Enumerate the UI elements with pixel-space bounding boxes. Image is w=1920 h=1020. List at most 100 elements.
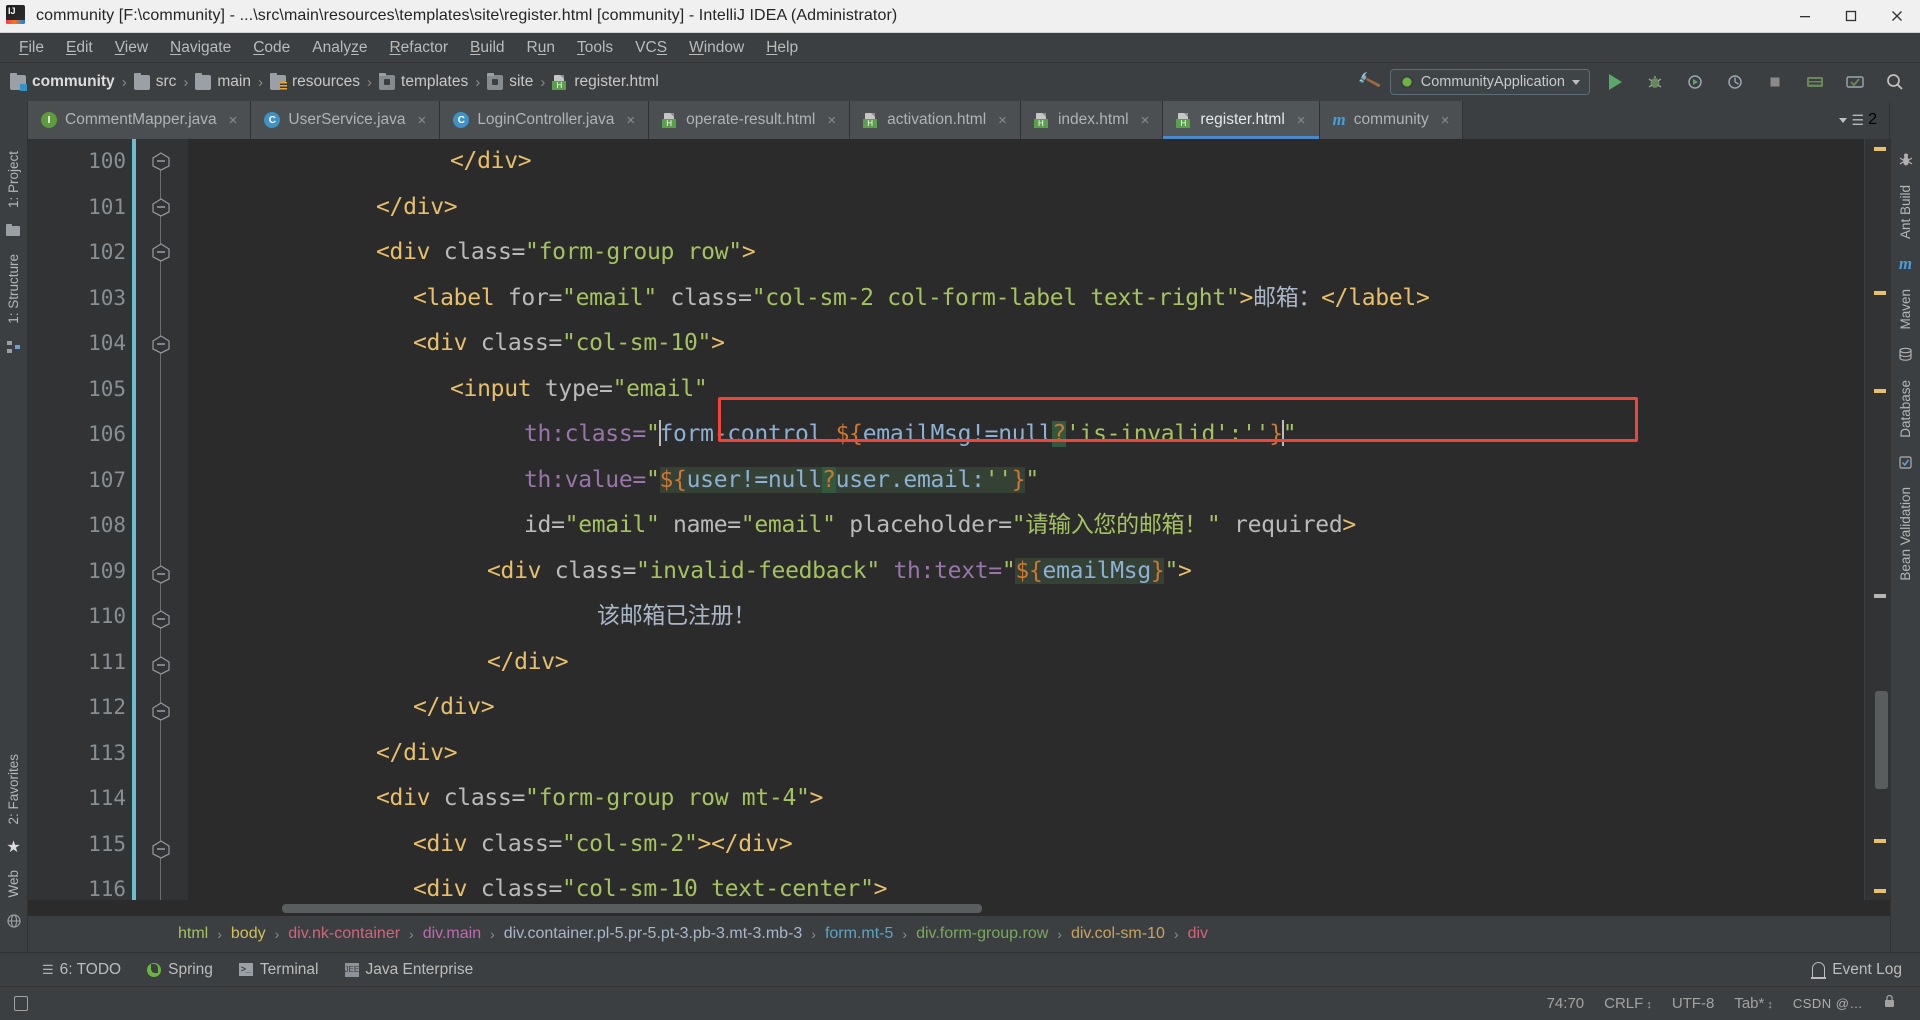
close-icon[interactable]: × [827, 113, 836, 128]
fold-toggle[interactable] [151, 839, 171, 859]
breadcrumb-item-resources[interactable]: resources [269, 72, 360, 91]
fold-toggle[interactable] [151, 197, 171, 217]
menu-vcs[interactable]: VCS [624, 36, 678, 60]
close-icon[interactable]: × [418, 113, 427, 128]
update-project-button[interactable] [1800, 67, 1830, 97]
fold-toggle[interactable] [151, 655, 171, 675]
tool-window-terminal[interactable]: >_ Terminal [238, 961, 319, 979]
code-token: </div> [450, 148, 532, 174]
menu-help[interactable]: Help [755, 36, 809, 60]
run-configuration-selector[interactable]: CommunityApplication [1389, 69, 1590, 95]
menu-run[interactable]: Run [516, 36, 566, 60]
menu-view[interactable]: View [104, 36, 159, 60]
breadcrumb-segment-body[interactable]: body [231, 925, 266, 943]
close-icon[interactable]: × [626, 113, 635, 128]
breadcrumb-segment-col-sm-10[interactable]: div.col-sm-10 [1071, 925, 1165, 943]
fold-toggle[interactable] [151, 151, 171, 171]
editor-tab-logincontroller-java[interactable]: C LoginController.java × [440, 101, 650, 139]
hammer-icon[interactable]: 🔨 [1356, 69, 1383, 95]
breadcrumb-segment-div[interactable]: div [1188, 925, 1208, 943]
breadcrumb-segment-html[interactable]: html [178, 925, 208, 943]
tool-window-spring[interactable]: Spring [147, 961, 213, 979]
debug-button[interactable] [1640, 67, 1670, 97]
run-with-coverage-button[interactable] [1680, 67, 1710, 97]
editor-marker-gutter[interactable] [1864, 139, 1890, 900]
menu-file[interactable]: File [8, 36, 55, 60]
editor-tab-operate-result-html[interactable]: H operate-result.html × [649, 101, 851, 139]
sidebar-item-web[interactable]: Web [6, 862, 21, 906]
event-log-button[interactable]: Event Log [1811, 961, 1920, 979]
close-icon[interactable]: × [1297, 113, 1306, 128]
warning-marker[interactable] [1874, 147, 1886, 151]
indent-setting[interactable]: Tab* ↕ [1724, 995, 1783, 1012]
commit-button[interactable] [1840, 67, 1870, 97]
menu-refactor[interactable]: Refactor [378, 36, 459, 60]
stop-button[interactable] [1760, 67, 1790, 97]
editor-tab-community[interactable]: m community × [1319, 101, 1464, 139]
fold-toggle[interactable] [151, 609, 171, 629]
close-icon[interactable]: × [229, 113, 238, 128]
minimize-button[interactable] [1782, 0, 1828, 33]
sidebar-item-project[interactable]: 1: Project [6, 143, 21, 216]
warning-marker[interactable] [1874, 389, 1886, 393]
fold-toggle[interactable] [151, 334, 171, 354]
sidebar-item-maven[interactable]: Maven [1898, 281, 1913, 338]
breadcrumb-segment-form-group-row[interactable]: div.form-group.row [916, 925, 1048, 943]
editor-tab-activation-html[interactable]: H activation.html × [850, 101, 1021, 139]
breadcrumb-item-register-html[interactable]: H register.html [552, 73, 659, 91]
line-number: 106 [88, 422, 126, 446]
sidebar-item-favorites[interactable]: 2: Favorites [6, 746, 21, 833]
breadcrumb-segment-container[interactable]: div.container.pl-5.pr-5.pt-3.pb-3.mt-3.m… [504, 925, 803, 943]
vertical-scrollbar-thumb[interactable] [1875, 691, 1888, 789]
sidebar-item-bean-validation[interactable]: Bean Validation [1898, 479, 1913, 589]
menu-window[interactable]: Window [678, 36, 755, 60]
editor-tab-userservice-java[interactable]: C UserService.java × [251, 101, 441, 139]
editor-tab-register-html[interactable]: H register.html × [1163, 101, 1320, 139]
sidebar-item-ant-build[interactable]: Ant Build [1898, 177, 1913, 247]
breadcrumb-item-site[interactable]: site [487, 72, 533, 91]
close-icon[interactable]: × [998, 113, 1007, 128]
code-text-area[interactable]: </div> </div> <div class="form-group row… [188, 139, 1864, 900]
run-button[interactable] [1600, 67, 1630, 97]
menu-code[interactable]: Code [242, 36, 301, 60]
file-encoding[interactable]: UTF-8 [1662, 995, 1725, 1012]
fold-toggle[interactable] [151, 701, 171, 721]
menu-navigate[interactable]: Navigate [159, 36, 242, 60]
close-button[interactable] [1874, 0, 1920, 33]
menu-tools[interactable]: Tools [566, 36, 624, 60]
editor-tab-commentmapper-java[interactable]: I CommentMapper.java × [28, 101, 252, 139]
menu-edit[interactable]: Edit [55, 36, 104, 60]
breadcrumb-item-src[interactable]: src [133, 72, 176, 91]
menu-build[interactable]: Build [459, 36, 515, 60]
breadcrumb-item-templates[interactable]: templates [379, 72, 468, 91]
horizontal-scrollbar-thumb[interactable] [282, 904, 982, 913]
breadcrumb-segment-form[interactable]: form.mt-5 [825, 925, 893, 943]
breadcrumb-segment-nk-container[interactable]: div.nk-container [288, 925, 400, 943]
warning-marker[interactable] [1874, 291, 1886, 295]
warning-marker[interactable] [1874, 889, 1886, 893]
profile-button[interactable] [1720, 67, 1750, 97]
breadcrumb-item-main[interactable]: main [195, 72, 251, 91]
sidebar-item-database[interactable]: Database [1898, 372, 1913, 446]
fold-toggle[interactable] [151, 242, 171, 262]
hidden-tabs-button[interactable]: ☰ 2 [1463, 101, 1890, 139]
tool-window-todo[interactable]: ☰ 6: TODO [42, 961, 121, 979]
sidebar-item-structure[interactable]: 1: Structure [6, 246, 21, 332]
tool-window-java-enterprise[interactable]: JEE Java Enterprise [344, 961, 473, 979]
close-icon[interactable]: × [1141, 113, 1150, 128]
lock-icon[interactable] [1873, 994, 1906, 1013]
warning-marker[interactable] [1874, 839, 1886, 843]
horizontal-scrollbar[interactable] [28, 900, 1890, 916]
line-separator[interactable]: CRLF ↕ [1594, 995, 1662, 1012]
caret-position[interactable]: 74:70 [1537, 995, 1595, 1012]
caret-marker[interactable] [1874, 594, 1886, 598]
hide-toolwindows-icon[interactable] [14, 996, 28, 1011]
search-everywhere-button[interactable] [1880, 67, 1910, 97]
editor-tab-index-html[interactable]: H index.html × [1020, 101, 1164, 139]
fold-toggle[interactable] [151, 564, 171, 584]
breadcrumb-segment-main[interactable]: div.main [423, 925, 481, 943]
maximize-button[interactable] [1828, 0, 1874, 33]
breadcrumb-item-community[interactable]: community [10, 72, 115, 91]
close-icon[interactable]: × [1441, 113, 1450, 128]
menu-analyze[interactable]: Analyze [301, 36, 378, 60]
